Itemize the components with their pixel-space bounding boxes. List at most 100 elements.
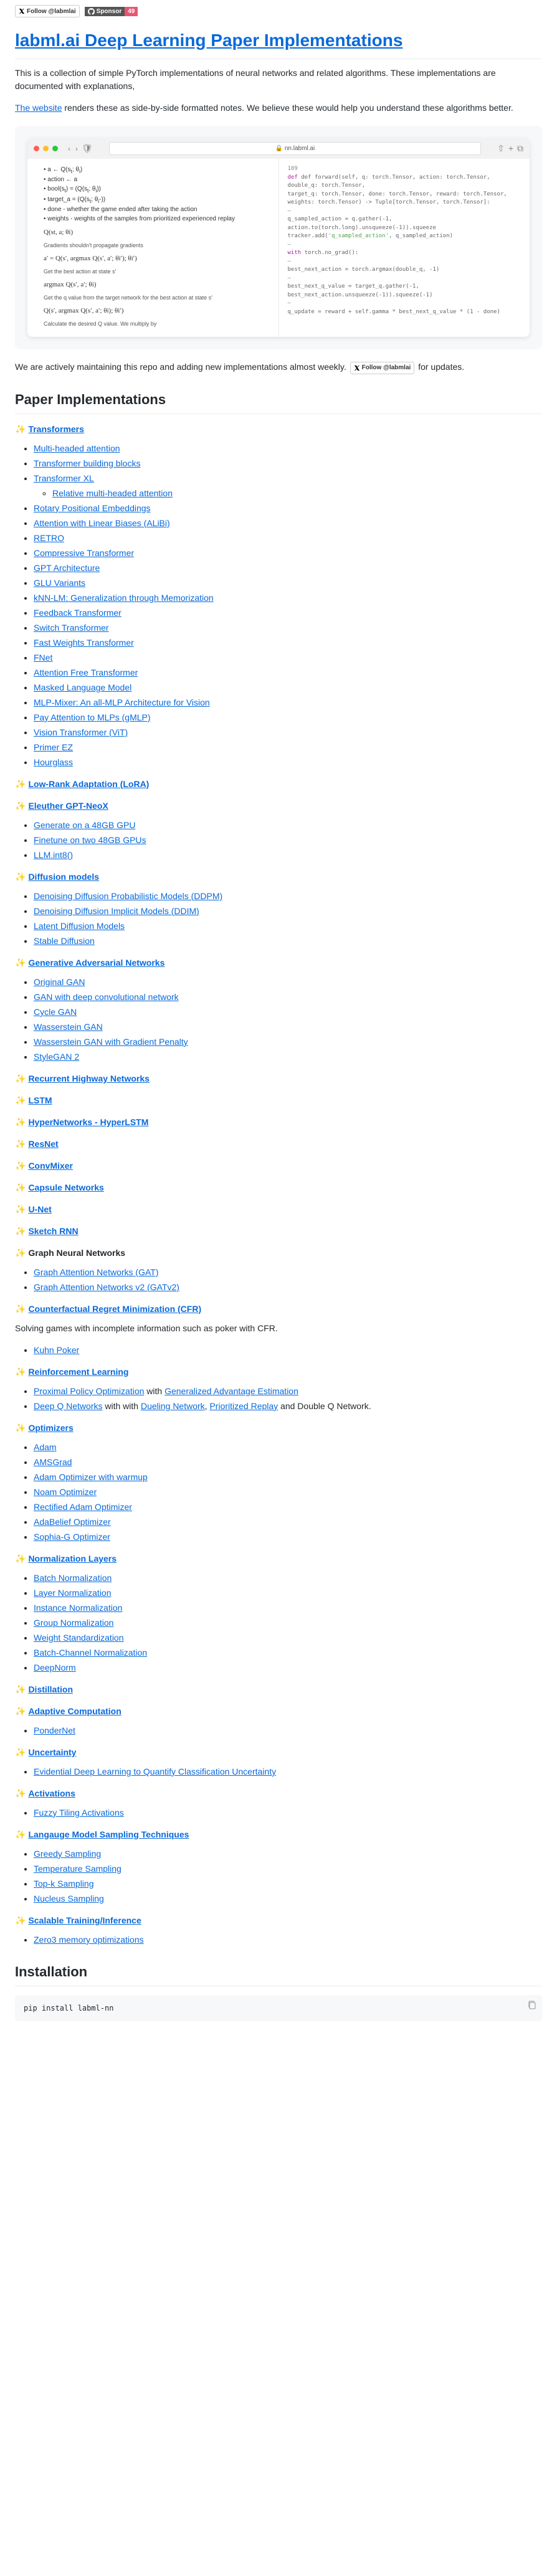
item-link[interactable]: Attention with Linear Biases (ALiBi) [34, 518, 170, 528]
item-link[interactable]: Transformer XL [34, 473, 94, 483]
copy-icon[interactable] [527, 2000, 537, 2010]
page-title[interactable]: labml.ai Deep Learning Paper Implementat… [15, 27, 542, 59]
item-link[interactable]: Cycle GAN [34, 1007, 77, 1017]
item-link[interactable]: Adam [34, 1442, 57, 1452]
section-title-link[interactable]: Counterfactual Regret Minimization (CFR) [28, 1304, 201, 1314]
item-link[interactable]: Vision Transformer (ViT) [34, 727, 128, 737]
item-link[interactable]: Masked Language Model [34, 682, 131, 692]
section-title-link[interactable]: HyperNetworks - HyperLSTM [28, 1117, 148, 1127]
item-link[interactable]: GLU Variants [34, 578, 85, 588]
list-item: GAN with deep convolutional network [34, 991, 542, 1004]
item-link[interactable]: Generalized Advantage Estimation [164, 1386, 298, 1396]
section-list: Multi-headed attention Transformer buildi… [15, 442, 542, 769]
section-title-link[interactable]: ConvMixer [28, 1161, 73, 1171]
section-title-link[interactable]: Transformers [28, 424, 83, 434]
item-link[interactable]: kNN-LM: Generalization through Memorizat… [34, 593, 214, 603]
item-link[interactable]: Transformer building blocks [34, 458, 140, 468]
item-link[interactable]: Rectified Adam Optimizer [34, 1502, 132, 1512]
section-title-link[interactable]: Generative Adversarial Networks [28, 958, 164, 968]
item-link[interactable]: Temperature Sampling [34, 1864, 121, 1874]
item-link[interactable]: Zero3 memory optimizations [34, 1935, 144, 1945]
item-link[interactable]: Original GAN [34, 977, 85, 987]
item-link[interactable]: Greedy Sampling [34, 1849, 101, 1859]
item-link[interactable]: Batch-Channel Normalization [34, 1648, 147, 1658]
item-link[interactable]: Sophia-G Optimizer [34, 1532, 110, 1542]
section-title-link[interactable]: Eleuther GPT-NeoX [28, 801, 108, 811]
section-list: Evidential Deep Learning to Quantify Cla… [15, 1765, 542, 1778]
item-link[interactable]: LLM.int8() [34, 850, 73, 860]
item-link[interactable]: Group Normalization [34, 1618, 113, 1628]
item-link[interactable]: Layer Normalization [34, 1588, 112, 1598]
section-title-link[interactable]: Reinforcement Learning [28, 1367, 128, 1377]
item-link[interactable]: DeepNorm [34, 1663, 76, 1673]
section-title-link[interactable]: LSTM [28, 1095, 52, 1105]
item-link[interactable]: Relative multi-headed attention [52, 488, 173, 498]
item-link[interactable]: AdaBelief Optimizer [34, 1517, 111, 1527]
website-link[interactable]: The website [15, 103, 62, 113]
section-title-link[interactable]: U-Net [28, 1204, 51, 1214]
section-title-link[interactable]: Normalization Layers [28, 1554, 117, 1564]
item-link[interactable]: Fuzzy Tiling Activations [34, 1808, 124, 1818]
item-link[interactable]: GPT Architecture [34, 563, 100, 573]
item-link[interactable]: Pay Attention to MLPs (gMLP) [34, 712, 151, 722]
section-title-link[interactable]: Low-Rank Adaptation (LoRA) [28, 779, 149, 789]
item-link[interactable]: Fast Weights Transformer [34, 638, 134, 648]
item-link[interactable]: Weight Standardization [34, 1633, 124, 1643]
section-title-link[interactable]: Distillation [28, 1684, 73, 1694]
item-link[interactable]: Noam Optimizer [34, 1487, 97, 1497]
item-link[interactable]: Switch Transformer [34, 623, 109, 633]
item-link[interactable]: Wasserstein GAN [34, 1022, 103, 1032]
list-item: Vision Transformer (ViT) [34, 726, 542, 739]
item-link[interactable]: Dueling Network [141, 1401, 205, 1411]
item-link[interactable]: Deep Q Networks [34, 1401, 102, 1411]
section-title-link[interactable]: ResNet [28, 1139, 58, 1149]
item-link[interactable]: FNet [34, 653, 52, 663]
section-title-link[interactable]: Activations [28, 1788, 75, 1798]
section-title-link[interactable]: Sketch RNN [28, 1226, 78, 1236]
item-link[interactable]: Kuhn Poker [34, 1345, 79, 1355]
item-link[interactable]: Latent Diffusion Models [34, 921, 125, 931]
shield-icon: 🛡 [82, 142, 93, 155]
item-link[interactable]: Proximal Policy Optimization [34, 1386, 144, 1396]
item-link[interactable]: RETRO [34, 533, 64, 543]
item-link[interactable]: Graph Attention Networks (GAT) [34, 1267, 158, 1277]
section-title-link[interactable]: Capsule Networks [28, 1182, 103, 1192]
item-link[interactable]: Evidential Deep Learning to Quantify Cla… [34, 1767, 276, 1776]
twitter-follow-badge[interactable]: Follow @labmlai [15, 5, 80, 17]
item-link[interactable]: Primer EZ [34, 742, 73, 752]
item-link[interactable]: Generate on a 48GB GPU [34, 820, 135, 830]
section-title-link[interactable]: Optimizers [28, 1423, 73, 1433]
item-link[interactable]: Batch Normalization [34, 1573, 112, 1583]
item-link[interactable]: Denoising Diffusion Probabilistic Models… [34, 891, 222, 901]
item-link[interactable]: Nucleus Sampling [34, 1894, 104, 1904]
item-link[interactable]: Instance Normalization [34, 1603, 122, 1613]
item-link[interactable]: PonderNet [34, 1725, 75, 1735]
item-link[interactable]: Adam Optimizer with warmup [34, 1472, 148, 1482]
section-title-link[interactable]: Adaptive Computation [28, 1706, 121, 1716]
section-title-link[interactable]: Recurrent Highway Networks [28, 1073, 150, 1083]
item-link[interactable]: Feedback Transformer [34, 608, 121, 618]
item-link[interactable]: Hourglass [34, 757, 73, 767]
item-link[interactable]: MLP-Mixer: An all-MLP Architecture for V… [34, 697, 210, 707]
twitter-follow-badge-inline[interactable]: Follow @labmlai [350, 362, 415, 374]
item-link[interactable]: GAN with deep convolutional network [34, 992, 179, 1002]
section-title-link[interactable]: Scalable Training/Inference [28, 1915, 141, 1925]
item-link[interactable]: StyleGAN 2 [34, 1052, 79, 1062]
item-link[interactable]: Wasserstein GAN with Gradient Penalty [34, 1037, 188, 1047]
list-item: AMSGrad [34, 1456, 542, 1469]
section-title-link[interactable]: Langauge Model Sampling Techniques [28, 1829, 189, 1839]
item-link[interactable]: Graph Attention Networks v2 (GATv2) [34, 1282, 179, 1292]
item-link[interactable]: Finetune on two 48GB GPUs [34, 835, 146, 845]
section-title-link[interactable]: Diffusion models [28, 872, 99, 882]
sponsor-badge[interactable]: Sponsor 49 [85, 5, 138, 17]
item-link[interactable]: Prioritized Replay [209, 1401, 278, 1411]
item-link[interactable]: Multi-headed attention [34, 443, 120, 453]
section-title-link[interactable]: Uncertainty [28, 1747, 76, 1757]
item-link[interactable]: Attention Free Transformer [34, 668, 138, 677]
item-link[interactable]: Compressive Transformer [34, 548, 134, 558]
item-link[interactable]: Rotary Positional Embeddings [34, 503, 151, 513]
item-link[interactable]: Stable Diffusion [34, 936, 95, 946]
item-link[interactable]: Denoising Diffusion Implicit Models (DDI… [34, 906, 199, 916]
item-link[interactable]: AMSGrad [34, 1457, 72, 1467]
item-link[interactable]: Top-k Sampling [34, 1879, 94, 1889]
